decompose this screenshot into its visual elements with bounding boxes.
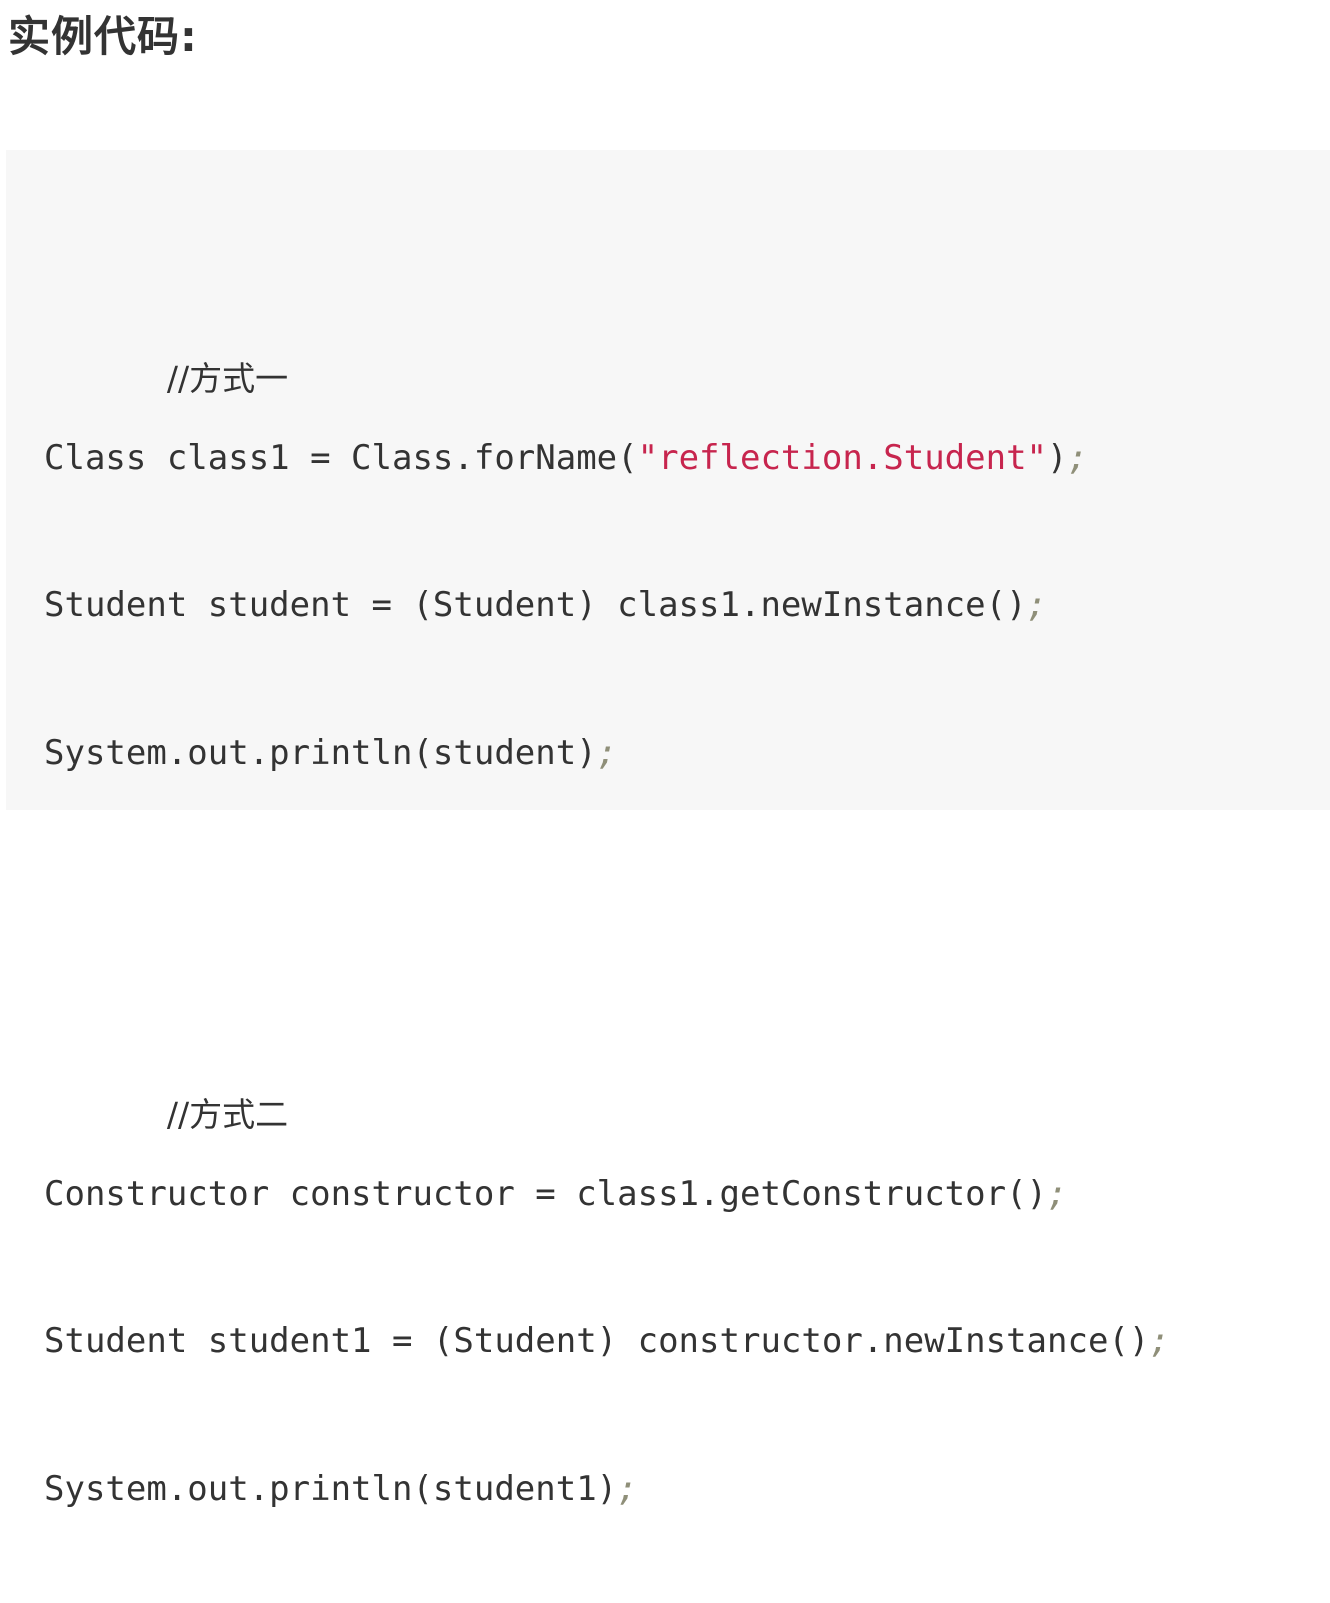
blank-line (44, 867, 1170, 934)
code-line: Class class1 = Class.forName("reflection… (44, 425, 1170, 492)
semicolon: ; (596, 732, 618, 773)
semicolon: ; (1026, 585, 1048, 626)
code-text: System.out.println(student) (44, 732, 597, 773)
section-heading: 实例代码: (8, 12, 198, 61)
code-lines: //方式一 Class class1 = Class.forName("refl… (44, 198, 1170, 1603)
string-literal: "reflection.Student" (637, 438, 1048, 479)
comment-text: //方式二 (166, 1095, 289, 1135)
code-line: Student student = (Student) class1.newIn… (44, 572, 1170, 639)
code-line: System.out.println(student1); (44, 1456, 1170, 1523)
semicolon: ; (1067, 438, 1088, 479)
code-text: System.out.println(student1) (44, 1468, 618, 1509)
code-comment-line: //方式一 (44, 278, 1170, 398)
semicolon: ; (617, 1468, 638, 1509)
code-text: Student student = (Student) class1.newIn… (44, 585, 1027, 626)
semicolon: ; (1149, 1321, 1170, 1362)
semicolon: ; (1047, 1174, 1068, 1215)
code-text: Student student1 = (Student) constructor… (44, 1321, 1150, 1362)
code-text: ) (1047, 438, 1068, 479)
code-line: Constructor constructor = class1.getCons… (44, 1161, 1170, 1228)
code-line: System.out.println(student); (44, 720, 1170, 787)
comment-text: //方式一 (166, 359, 289, 399)
code-comment-line: //方式二 (44, 1014, 1170, 1134)
code-text: Constructor constructor = class1.getCons… (44, 1174, 1048, 1215)
code-block: //方式一 Class class1 = Class.forName("refl… (6, 150, 1330, 1509)
code-line: Student student1 = (Student) constructor… (44, 1308, 1170, 1375)
code-text: Class class1 = Class.forName( (44, 438, 638, 479)
